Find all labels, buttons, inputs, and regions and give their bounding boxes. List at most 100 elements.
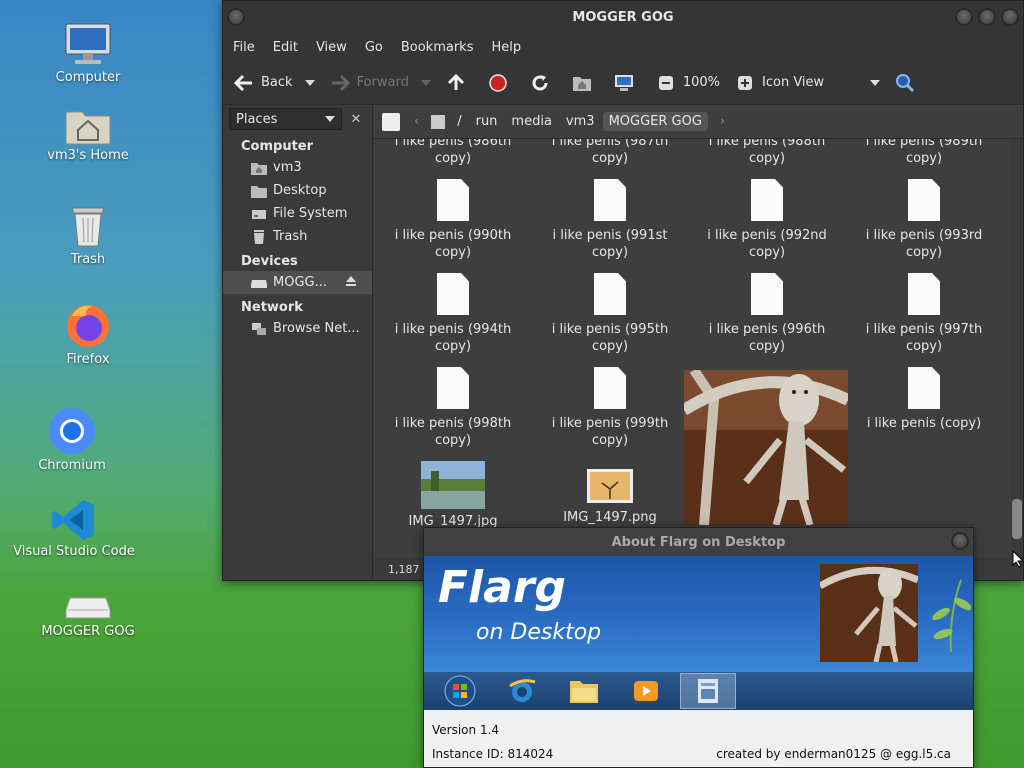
sidebar-item-filesystem[interactable]: File System (223, 202, 372, 225)
view-mode-label[interactable]: Icon View (762, 75, 824, 90)
document-icon (437, 367, 469, 409)
computer-button[interactable] (613, 72, 641, 94)
sidebar-item-vm3[interactable]: vm3 (223, 156, 372, 179)
desktop-icon-home[interactable]: vm3's Home (23, 104, 153, 163)
file-item[interactable]: i like penis (997th copy) (859, 273, 989, 355)
internet-explorer-icon (494, 673, 550, 709)
menu-help[interactable]: Help (491, 40, 521, 55)
reload-button[interactable] (529, 72, 557, 94)
document-icon (594, 273, 626, 315)
desktop-icon-trash[interactable]: Trash (23, 204, 153, 267)
computer-icon (65, 23, 111, 64)
places-label: Places (236, 111, 278, 127)
home-button[interactable] (571, 72, 599, 94)
file-item[interactable]: i like penis (994th copy) (388, 273, 518, 355)
dialog-close-button[interactable] (951, 532, 969, 550)
path-left-arrow-icon[interactable]: ‹ (414, 114, 419, 129)
zoom-out-icon (655, 72, 677, 94)
back-history-dropdown[interactable] (304, 79, 315, 86)
file-item[interactable]: i like penis (995th copy) (545, 273, 675, 355)
crumb-media[interactable]: media (505, 112, 558, 131)
desktop-icon-label: Visual Studio Code (13, 544, 135, 559)
file-item[interactable]: i like penis (988th copy) (702, 139, 832, 167)
desktop-icon-label: Firefox (66, 352, 110, 367)
desktop-icon-firefox[interactable]: Firefox (23, 302, 153, 367)
file-item[interactable]: i like penis (996th copy) (702, 273, 832, 355)
file-name: i like penis (998th copy) (394, 416, 512, 448)
window-titlebar[interactable]: MOGGER GOG (223, 1, 1023, 33)
desktop-icon-drive[interactable]: MOGGER GOG (23, 592, 153, 639)
dialog-title: About Flarg on Desktop (611, 534, 786, 550)
file-item[interactable]: i like penis (990th copy) (388, 179, 518, 261)
sidebar-item-trash[interactable]: Trash (223, 225, 372, 248)
back-button[interactable]: Back (233, 72, 315, 94)
desktop-icon-label: vm3's Home (47, 148, 129, 163)
window-title: MOGGER GOG (572, 9, 674, 25)
maximize-button[interactable] (978, 8, 996, 26)
desktop-icon-vscode[interactable]: Visual Studio Code (9, 498, 139, 559)
dialog-titlebar[interactable]: About Flarg on Desktop (424, 528, 973, 556)
menu-edit[interactable]: Edit (273, 40, 298, 55)
desktop-icon-chromium[interactable]: Chromium (7, 406, 137, 473)
stop-button[interactable] (487, 72, 515, 94)
file-name: i like penis (995th copy) (551, 322, 669, 354)
zoom-out-button[interactable]: 100% (655, 72, 720, 94)
search-icon (894, 72, 916, 94)
minimize-button[interactable] (955, 8, 973, 26)
document-icon (908, 367, 940, 409)
crumb-root[interactable]: / (451, 112, 467, 131)
eject-icon[interactable] (345, 275, 357, 291)
zoom-in-button[interactable]: Icon View (734, 72, 881, 94)
file-item[interactable]: i like penis (copy) (859, 367, 989, 432)
menu-file[interactable]: File (233, 40, 255, 55)
menu-view[interactable]: View (316, 40, 347, 55)
desktop-icon-label: Trash (70, 252, 106, 267)
crumb-run[interactable]: run (470, 112, 504, 131)
file-item[interactable]: i like penis (991st copy) (545, 179, 675, 261)
crumb-vm3[interactable]: vm3 (560, 112, 601, 131)
file-name: i like penis (992nd copy) (707, 228, 827, 260)
stop-icon (487, 72, 509, 94)
forward-history-dropdown[interactable] (420, 79, 431, 86)
file-name: i like penis (987th copy) (551, 139, 669, 166)
sidebar-item-device[interactable]: MOGG... (223, 271, 372, 294)
file-item[interactable]: i like penis (998th copy) (388, 367, 518, 449)
file-item[interactable]: i like penis (987th copy) (545, 139, 675, 167)
menu-bookmarks[interactable]: Bookmarks (401, 40, 474, 55)
drive-icon (251, 279, 267, 288)
forward-button[interactable]: Forward (329, 72, 431, 94)
reload-icon (529, 72, 551, 94)
close-button[interactable] (1001, 8, 1019, 26)
root-drive-icon[interactable] (431, 114, 446, 129)
file-item[interactable]: i like penis (999th copy) (545, 367, 675, 449)
file-item[interactable]: IMG_1497.jpg (388, 461, 518, 530)
sidebar-item-browse-network[interactable]: Browse Net... (223, 317, 372, 340)
file-item[interactable]: IMG_1497.png (545, 469, 675, 526)
up-arrow-icon (445, 72, 467, 94)
path-right-arrow-icon[interactable]: › (720, 114, 725, 129)
document-icon (594, 367, 626, 409)
file-name: i like penis (990th copy) (394, 228, 512, 260)
up-button[interactable] (445, 72, 473, 94)
vertical-scrollbar[interactable] (1011, 139, 1023, 558)
file-item[interactable]: i like penis (992nd copy) (702, 179, 832, 261)
crumb-current[interactable]: MOGGER GOG (602, 112, 708, 131)
file-item[interactable]: i like penis (986th copy) (388, 139, 518, 167)
sidebar-heading-devices: Devices (241, 254, 298, 269)
desktop-icon-computer[interactable]: Computer (23, 22, 153, 85)
explorer-folder-icon (556, 673, 612, 709)
file-item[interactable]: i like penis (989th copy) (859, 139, 989, 167)
file-item[interactable]: i like penis (993rd copy) (859, 179, 989, 261)
scrollbar-thumb[interactable] (1012, 499, 1022, 539)
app-subtitle: on Desktop (476, 620, 602, 645)
sidebar-item-desktop[interactable]: Desktop (223, 179, 372, 202)
menu-go[interactable]: Go (365, 40, 383, 55)
menu-bar: File Edit View Go Bookmarks Help (223, 33, 1023, 61)
view-mode-dropdown[interactable] (870, 79, 881, 86)
file-name: IMG_1497.png (563, 510, 657, 525)
edit-location-icon[interactable] (382, 112, 400, 131)
search-button[interactable] (894, 72, 922, 94)
window-menu-button[interactable] (227, 8, 245, 26)
places-dropdown[interactable]: Places (229, 108, 342, 130)
close-icon[interactable]: ✕ (346, 112, 366, 127)
